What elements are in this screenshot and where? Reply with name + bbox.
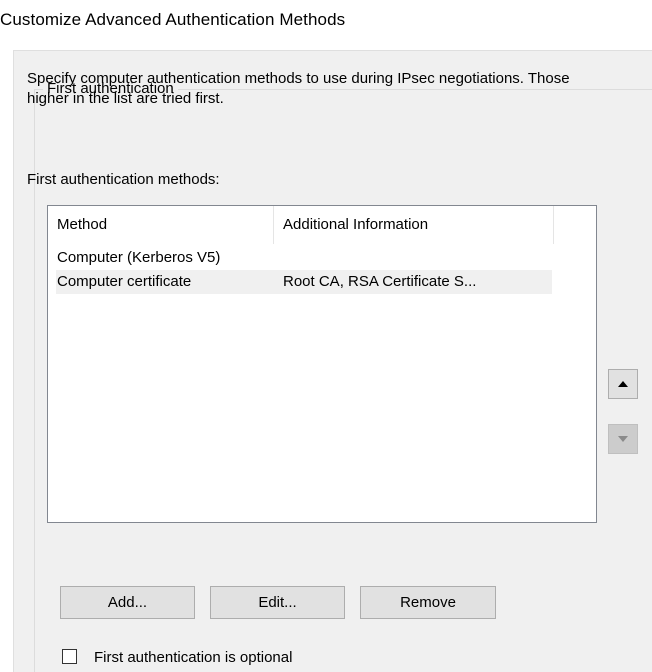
edit-button[interactable]: Edit...: [210, 586, 345, 619]
move-down-button[interactable]: [608, 424, 638, 454]
dialog-window: Customize Advanced Authentication Method…: [0, 0, 652, 672]
first-authentication-description: Specify computer authentication methods …: [27, 70, 570, 107]
list-header: Method Additional Information: [48, 206, 596, 244]
move-up-button[interactable]: [608, 369, 638, 399]
triangle-down-icon: [618, 436, 628, 442]
add-button[interactable]: Add...: [60, 586, 195, 619]
authentication-methods-list[interactable]: Method Additional Information Computer (…: [47, 205, 597, 523]
list-item-method: Computer (Kerberos V5): [57, 249, 221, 266]
first-authentication-optional-checkbox[interactable]: [62, 649, 77, 664]
first-authentication-methods-label: First authentication methods:: [27, 171, 220, 188]
dialog-title: Customize Advanced Authentication Method…: [0, 10, 346, 29]
column-header-additional-information[interactable]: Additional Information: [274, 206, 554, 244]
list-item-info: Root CA, RSA Certificate S...: [283, 273, 477, 290]
remove-button[interactable]: Remove: [360, 586, 496, 619]
list-item-selected[interactable]: Computer certificate Root CA, RSA Certif…: [56, 270, 552, 294]
list-item-info: [283, 246, 555, 270]
first-authentication-optional-label[interactable]: First authentication is optional: [94, 648, 292, 668]
list-item-method: Computer certificate: [57, 273, 192, 290]
column-header-method[interactable]: Method: [48, 206, 274, 244]
triangle-up-icon: [618, 381, 628, 387]
list-item[interactable]: Computer (Kerberos V5): [56, 246, 552, 270]
